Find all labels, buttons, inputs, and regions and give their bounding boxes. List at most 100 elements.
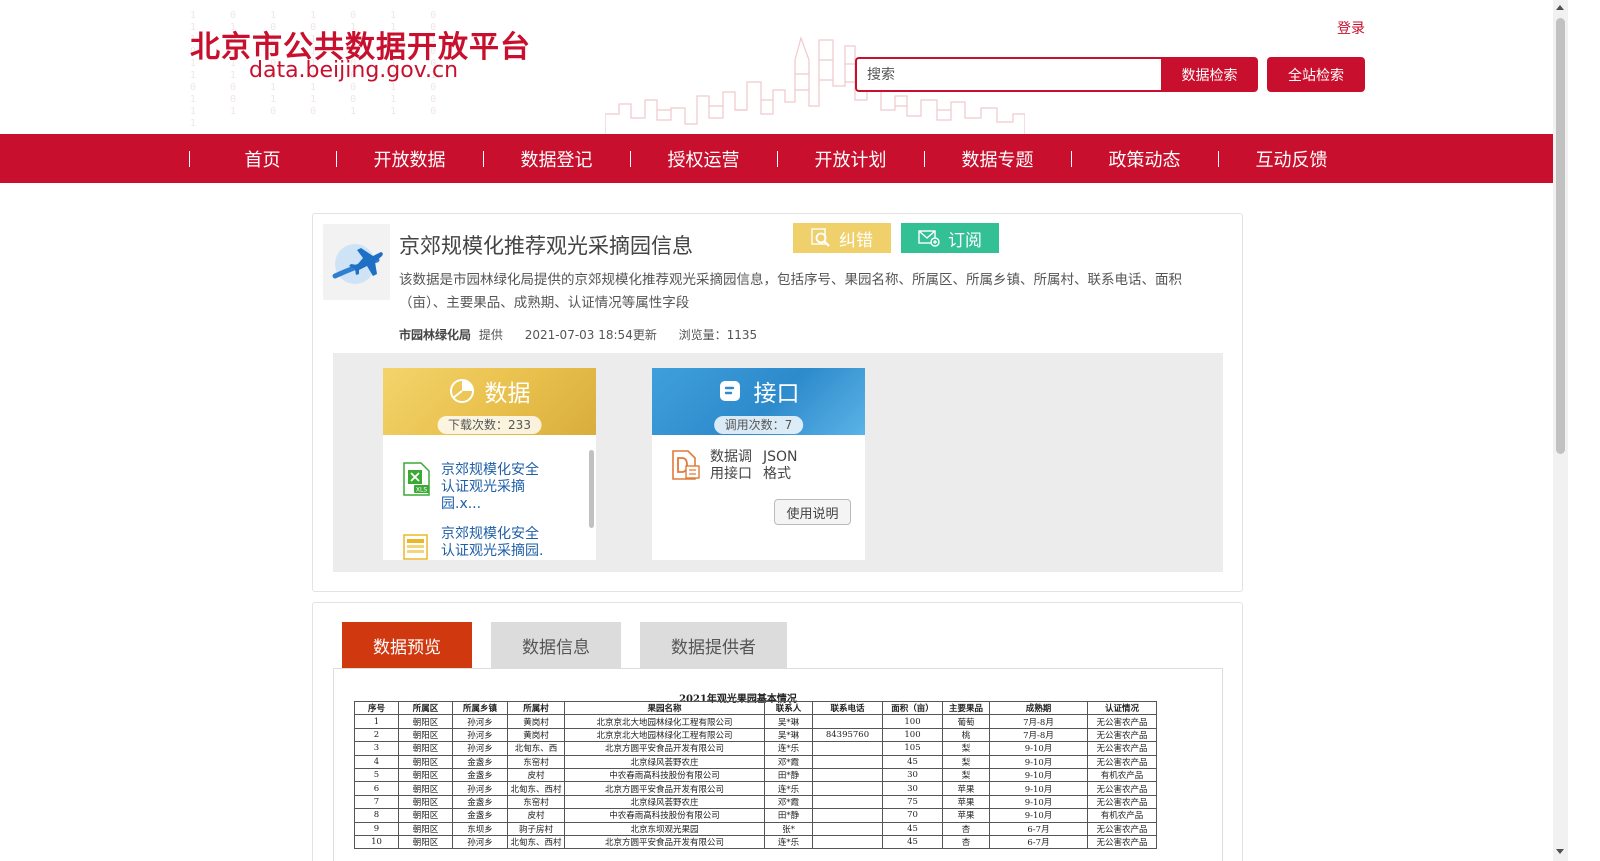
nav-item-open-data[interactable]: 开放数据 (336, 134, 483, 183)
table-row: 10 朝阳区 孙河乡 北甸东、西村 北京方圆平安食品开发有限公司 连*乐 45 杏 6-7月 无公… (354, 834, 1157, 850)
table-row: 8 朝阳区 金盏乡 皮村 中农春雨高科技股份有限公司 田*静 70 苹果 9-10月 有机农产品 (354, 808, 1157, 823)
usage-guide-button[interactable]: 使用说明 (774, 499, 851, 525)
table-cell: 桃 (942, 727, 990, 743)
file-item[interactable]: XLS 京郊规模化安全认证观光采摘园.x... (401, 462, 571, 513)
scroll-up-arrow-icon[interactable] (1556, 5, 1564, 10)
envelope-icon (918, 230, 940, 247)
view-count: 浏览量：1135 (678, 328, 758, 342)
table-cell: 45 (882, 754, 943, 769)
column-header: 联系电话 (812, 700, 883, 716)
table-cell: 黄岗村 (507, 727, 565, 743)
api-card-title: 接口 (753, 381, 800, 407)
table-cell: 邓*霞 (764, 754, 813, 769)
nav-item-home[interactable]: 首页 (189, 134, 336, 183)
table-cell: 驹子房村 (507, 821, 565, 836)
tab-data-info[interactable]: 数据信息 (491, 622, 621, 668)
table-cell: 邓*霞 (764, 794, 813, 810)
table-cell: 连*乐 (764, 781, 813, 796)
table-row: 2 朝阳区 孙河乡 黄岗村 北京京北大地园林绿化工程有限公司 吴*琳 84395760 100… (354, 727, 1157, 743)
table-cell: 杏 (942, 821, 990, 836)
table-cell: 朝阳区 (398, 781, 453, 796)
nav-item-policy-news[interactable]: 政策动态 (1071, 134, 1218, 183)
table-cell (812, 821, 883, 836)
table-cell: 北京绿风荟野农庄 (564, 794, 765, 810)
table-cell (812, 767, 883, 783)
column-header: 认证情况 (1087, 700, 1157, 716)
table-cell: 中农春雨高科技股份有限公司 (564, 808, 765, 823)
table-cell: 孙河乡 (452, 834, 508, 850)
tab-data-preview[interactable]: 数据预览 (342, 622, 472, 668)
dataset-meta: 市园林绿化局 提供 2021-07-03 18:54更新 浏览量：1135 (399, 326, 775, 343)
table-cell: 皮村 (507, 808, 565, 823)
table-cell: 9-10月 (989, 741, 1088, 756)
file-item[interactable]: 京郊规模化安全认证观光采摘园. (401, 526, 571, 560)
file-list-scrollbar[interactable] (588, 438, 596, 560)
table-cell: 无公害农产品 (1087, 794, 1157, 810)
nav-item-open-plan[interactable]: 开放计划 (777, 134, 924, 183)
subscribe-button[interactable]: 订阅 (901, 223, 999, 253)
table-cell: 无公害农产品 (1087, 821, 1157, 836)
table-cell: 黄岗村 (507, 714, 565, 729)
table-cell: 朝阳区 (398, 834, 453, 850)
provider-name[interactable]: 市园林绿化局 (399, 328, 471, 342)
scroll-down-arrow-icon[interactable] (1556, 849, 1564, 854)
tab-data-provider[interactable]: 数据提供者 (640, 622, 787, 668)
table-cell: 连*乐 (764, 834, 813, 850)
file-link[interactable]: 京郊规模化安全认证观光采摘园.x... (441, 462, 551, 513)
table-cell: 东坝乡 (452, 821, 508, 836)
table-cell: 葡萄 (942, 714, 990, 729)
nav-item-authorized-operation[interactable]: 授权运营 (630, 134, 777, 183)
table-header-row: 序号 所属区 所属乡镇 所属村 果园名称 联系人 联系电话 面积（亩） 主要果品… (354, 700, 1157, 716)
table-cell: 75 (882, 794, 943, 810)
table-cell: 9-10月 (989, 794, 1088, 810)
nav-item-data-topics[interactable]: 数据专题 (924, 134, 1071, 183)
table-cell: 梨 (942, 754, 990, 769)
column-header: 主要果品 (942, 700, 990, 716)
table-cell: 朝阳区 (398, 794, 453, 810)
site-search-button[interactable]: 全站检索 (1267, 57, 1365, 92)
page-edge (1568, 0, 1600, 861)
table-cell: 朝阳区 (398, 808, 453, 823)
table-cell: 105 (882, 741, 943, 756)
data-search-button[interactable]: 数据检索 (1161, 57, 1258, 92)
site-logo-domain[interactable]: data.beijing.gov.cn (249, 58, 458, 83)
svg-text:XLS: XLS (416, 487, 427, 494)
table-cell: 无公害农产品 (1087, 781, 1157, 796)
table-cell: 有机农产品 (1087, 808, 1157, 823)
column-header: 成熟期 (989, 700, 1088, 716)
table-cell: 30 (882, 781, 943, 796)
file-link[interactable]: 京郊规模化安全认证观光采摘园. (441, 526, 551, 560)
table-cell: 金盏乡 (452, 754, 508, 769)
table-cell (812, 741, 883, 756)
nav-item-feedback[interactable]: 互动反馈 (1218, 134, 1365, 183)
table-cell: 10 (354, 834, 399, 850)
table-row: 6 朝阳区 孙河乡 北甸东、西村 北京方圆平安食品开发有限公司 连*乐 30 苹果 9-10月无… (354, 781, 1157, 796)
table-cell: 吴*琳 (764, 714, 813, 729)
table-cell (812, 714, 883, 729)
table-cell (812, 781, 883, 796)
table-cell: 东窑村 (507, 794, 565, 810)
login-link[interactable]: 登录 (1337, 18, 1365, 38)
dataset-thumbnail (323, 224, 390, 300)
dataset-title: 京郊规模化推荐观光采摘园信息 (399, 234, 693, 258)
table-cell: 梨 (942, 741, 990, 756)
table-cell: 孙河乡 (452, 781, 508, 796)
table-cell (812, 808, 883, 823)
nav-item-data-registration[interactable]: 数据登记 (483, 134, 630, 183)
table-cell: 7 (354, 794, 399, 810)
table-cell: 北京京北大地园林绿化工程有限公司 (564, 727, 765, 743)
table-cell: 朝阳区 (398, 754, 453, 769)
table-cell: 无公害农产品 (1087, 741, 1157, 756)
table-cell: 北甸东、西村 (507, 781, 565, 796)
report-error-button[interactable]: 纠错 (793, 223, 891, 253)
search-input[interactable] (855, 57, 1161, 92)
table-cell: 100 (882, 727, 943, 743)
table-cell: 无公害农产品 (1087, 714, 1157, 729)
page-scrollbar[interactable] (1553, 0, 1568, 861)
api-entry[interactable]: 数据调用接口 JSON格式 (671, 449, 803, 483)
column-header: 所属村 (507, 700, 565, 716)
api-card-header: 接口 调用次数：7 (652, 368, 865, 435)
table-cell: 30 (882, 767, 943, 783)
scrollbar-thumb[interactable] (1556, 18, 1565, 454)
table-cell: 6 (354, 781, 399, 796)
